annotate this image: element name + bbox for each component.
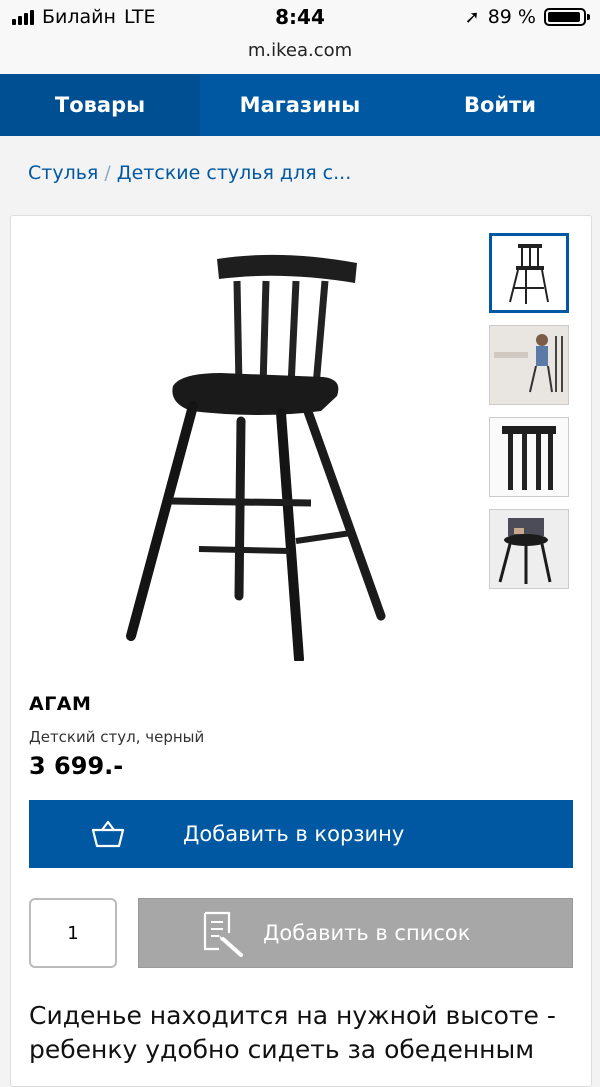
child-sitting-thumbnail <box>490 510 568 588</box>
battery-percent: 89 % <box>487 6 536 28</box>
thumbnail-4[interactable] <box>489 509 569 589</box>
product-name: АГАМ <box>29 693 92 715</box>
nav-products[interactable]: Товары <box>0 74 200 136</box>
basket-icon <box>91 820 125 848</box>
breadcrumb-item-chairs[interactable]: Стулья <box>28 162 98 184</box>
breadcrumb: Стулья / Детские стулья для с... <box>28 162 351 184</box>
top-navigation: Товары Магазины Войти <box>0 74 600 136</box>
quantity-input[interactable]: 1 <box>29 898 117 968</box>
status-right: ➚ 89 % <box>464 6 590 28</box>
chair-thumbnail-icon <box>509 244 549 304</box>
thumbnail-3[interactable] <box>489 417 569 497</box>
battery-icon <box>544 8 590 26</box>
product-card: АГАМ Детский стул, черный 3 699.- Добави… <box>10 215 592 1087</box>
nav-stores[interactable]: Магазины <box>200 74 400 136</box>
product-price: 3 699.- <box>29 752 124 780</box>
nav-login[interactable]: Войти <box>400 74 600 136</box>
add-to-cart-button[interactable]: Добавить в корзину <box>29 800 573 868</box>
breadcrumb-separator: / <box>104 162 111 184</box>
url-bar[interactable]: m.ikea.com <box>0 40 600 61</box>
thumbnail-2[interactable] <box>489 325 569 405</box>
breadcrumb-item-kids-chairs[interactable]: Детские стулья для с... <box>117 162 352 184</box>
thumbnail-1[interactable] <box>489 233 569 313</box>
room-scene-thumbnail <box>490 326 568 404</box>
add-to-list-label: Добавить в список <box>263 921 471 945</box>
location-arrow-icon: ➚ <box>464 6 480 28</box>
status-bar: Билайн LTE 8:44 ➚ 89 % m.ikea.com <box>0 0 600 74</box>
product-long-description: Сиденье находится на нужной высоте - реб… <box>29 1001 556 1064</box>
product-description: Детский стул, черный <box>29 728 205 746</box>
chair-back-detail-thumbnail <box>490 418 568 496</box>
add-to-cart-label: Добавить в корзину <box>183 822 405 846</box>
add-to-list-button[interactable]: Добавить в список <box>138 898 573 968</box>
shopping-list-icon <box>203 911 243 957</box>
product-main-image[interactable] <box>111 241 411 661</box>
